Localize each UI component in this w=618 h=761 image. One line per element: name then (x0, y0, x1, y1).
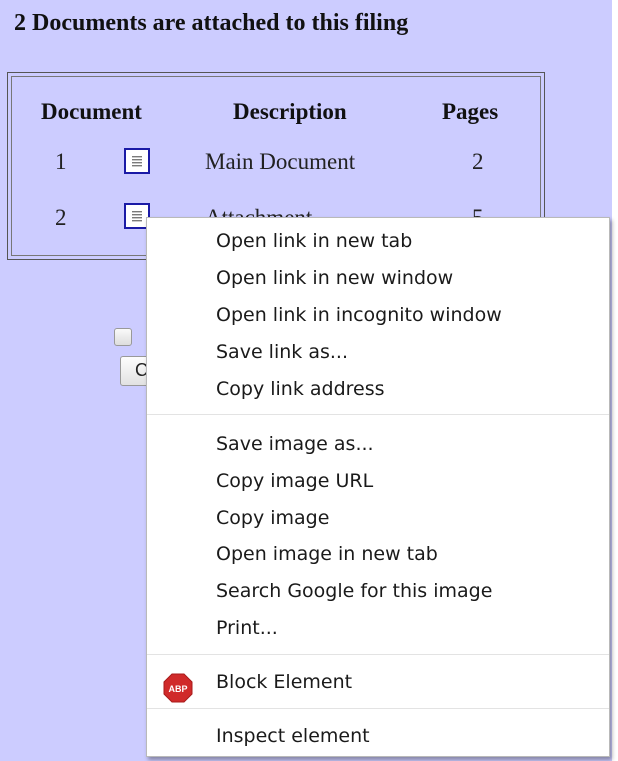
document-icon[interactable] (124, 148, 150, 174)
menu-open-link-new-window[interactable]: Open link in new window (216, 266, 453, 290)
menu-search-google-image[interactable]: Search Google for this image (216, 579, 492, 603)
menu-save-image-as[interactable]: Save image as... (216, 432, 374, 456)
menu-separator (147, 654, 609, 655)
document-description-link[interactable]: Main Document (205, 149, 355, 175)
menu-separator (147, 708, 609, 709)
menu-separator (147, 414, 609, 415)
menu-block-element[interactable]: Block Element (216, 670, 352, 694)
menu-save-link-as[interactable]: Save link as... (216, 340, 348, 364)
column-header-description: Description (233, 99, 347, 124)
context-menu: Open link in new tab Open link in new wi… (146, 217, 610, 757)
column-header-pages: Pages (442, 99, 499, 124)
select-checkbox[interactable] (114, 328, 132, 346)
menu-copy-image[interactable]: Copy image (216, 506, 329, 530)
column-header-document: Document (41, 99, 142, 124)
document-pages: 2 (472, 149, 484, 174)
menu-open-link-new-tab[interactable]: Open link in new tab (216, 229, 412, 253)
menu-inspect-element[interactable]: Inspect element (216, 724, 370, 748)
page-title: 2 Documents are attached to this filing (14, 10, 409, 36)
document-number: 2 (55, 205, 67, 230)
menu-print[interactable]: Print... (216, 616, 278, 640)
menu-open-image-new-tab[interactable]: Open image in new tab (216, 542, 438, 566)
menu-copy-link-address[interactable]: Copy link address (216, 377, 385, 401)
adblock-plus-icon: ABP (163, 673, 193, 703)
menu-copy-image-url[interactable]: Copy image URL (216, 469, 373, 493)
adblock-plus-icon-text: ABP (168, 684, 187, 694)
document-lines-icon (132, 156, 142, 167)
menu-open-link-incognito[interactable]: Open link in incognito window (216, 303, 502, 327)
document-lines-icon (132, 211, 142, 222)
document-number: 1 (55, 149, 67, 174)
